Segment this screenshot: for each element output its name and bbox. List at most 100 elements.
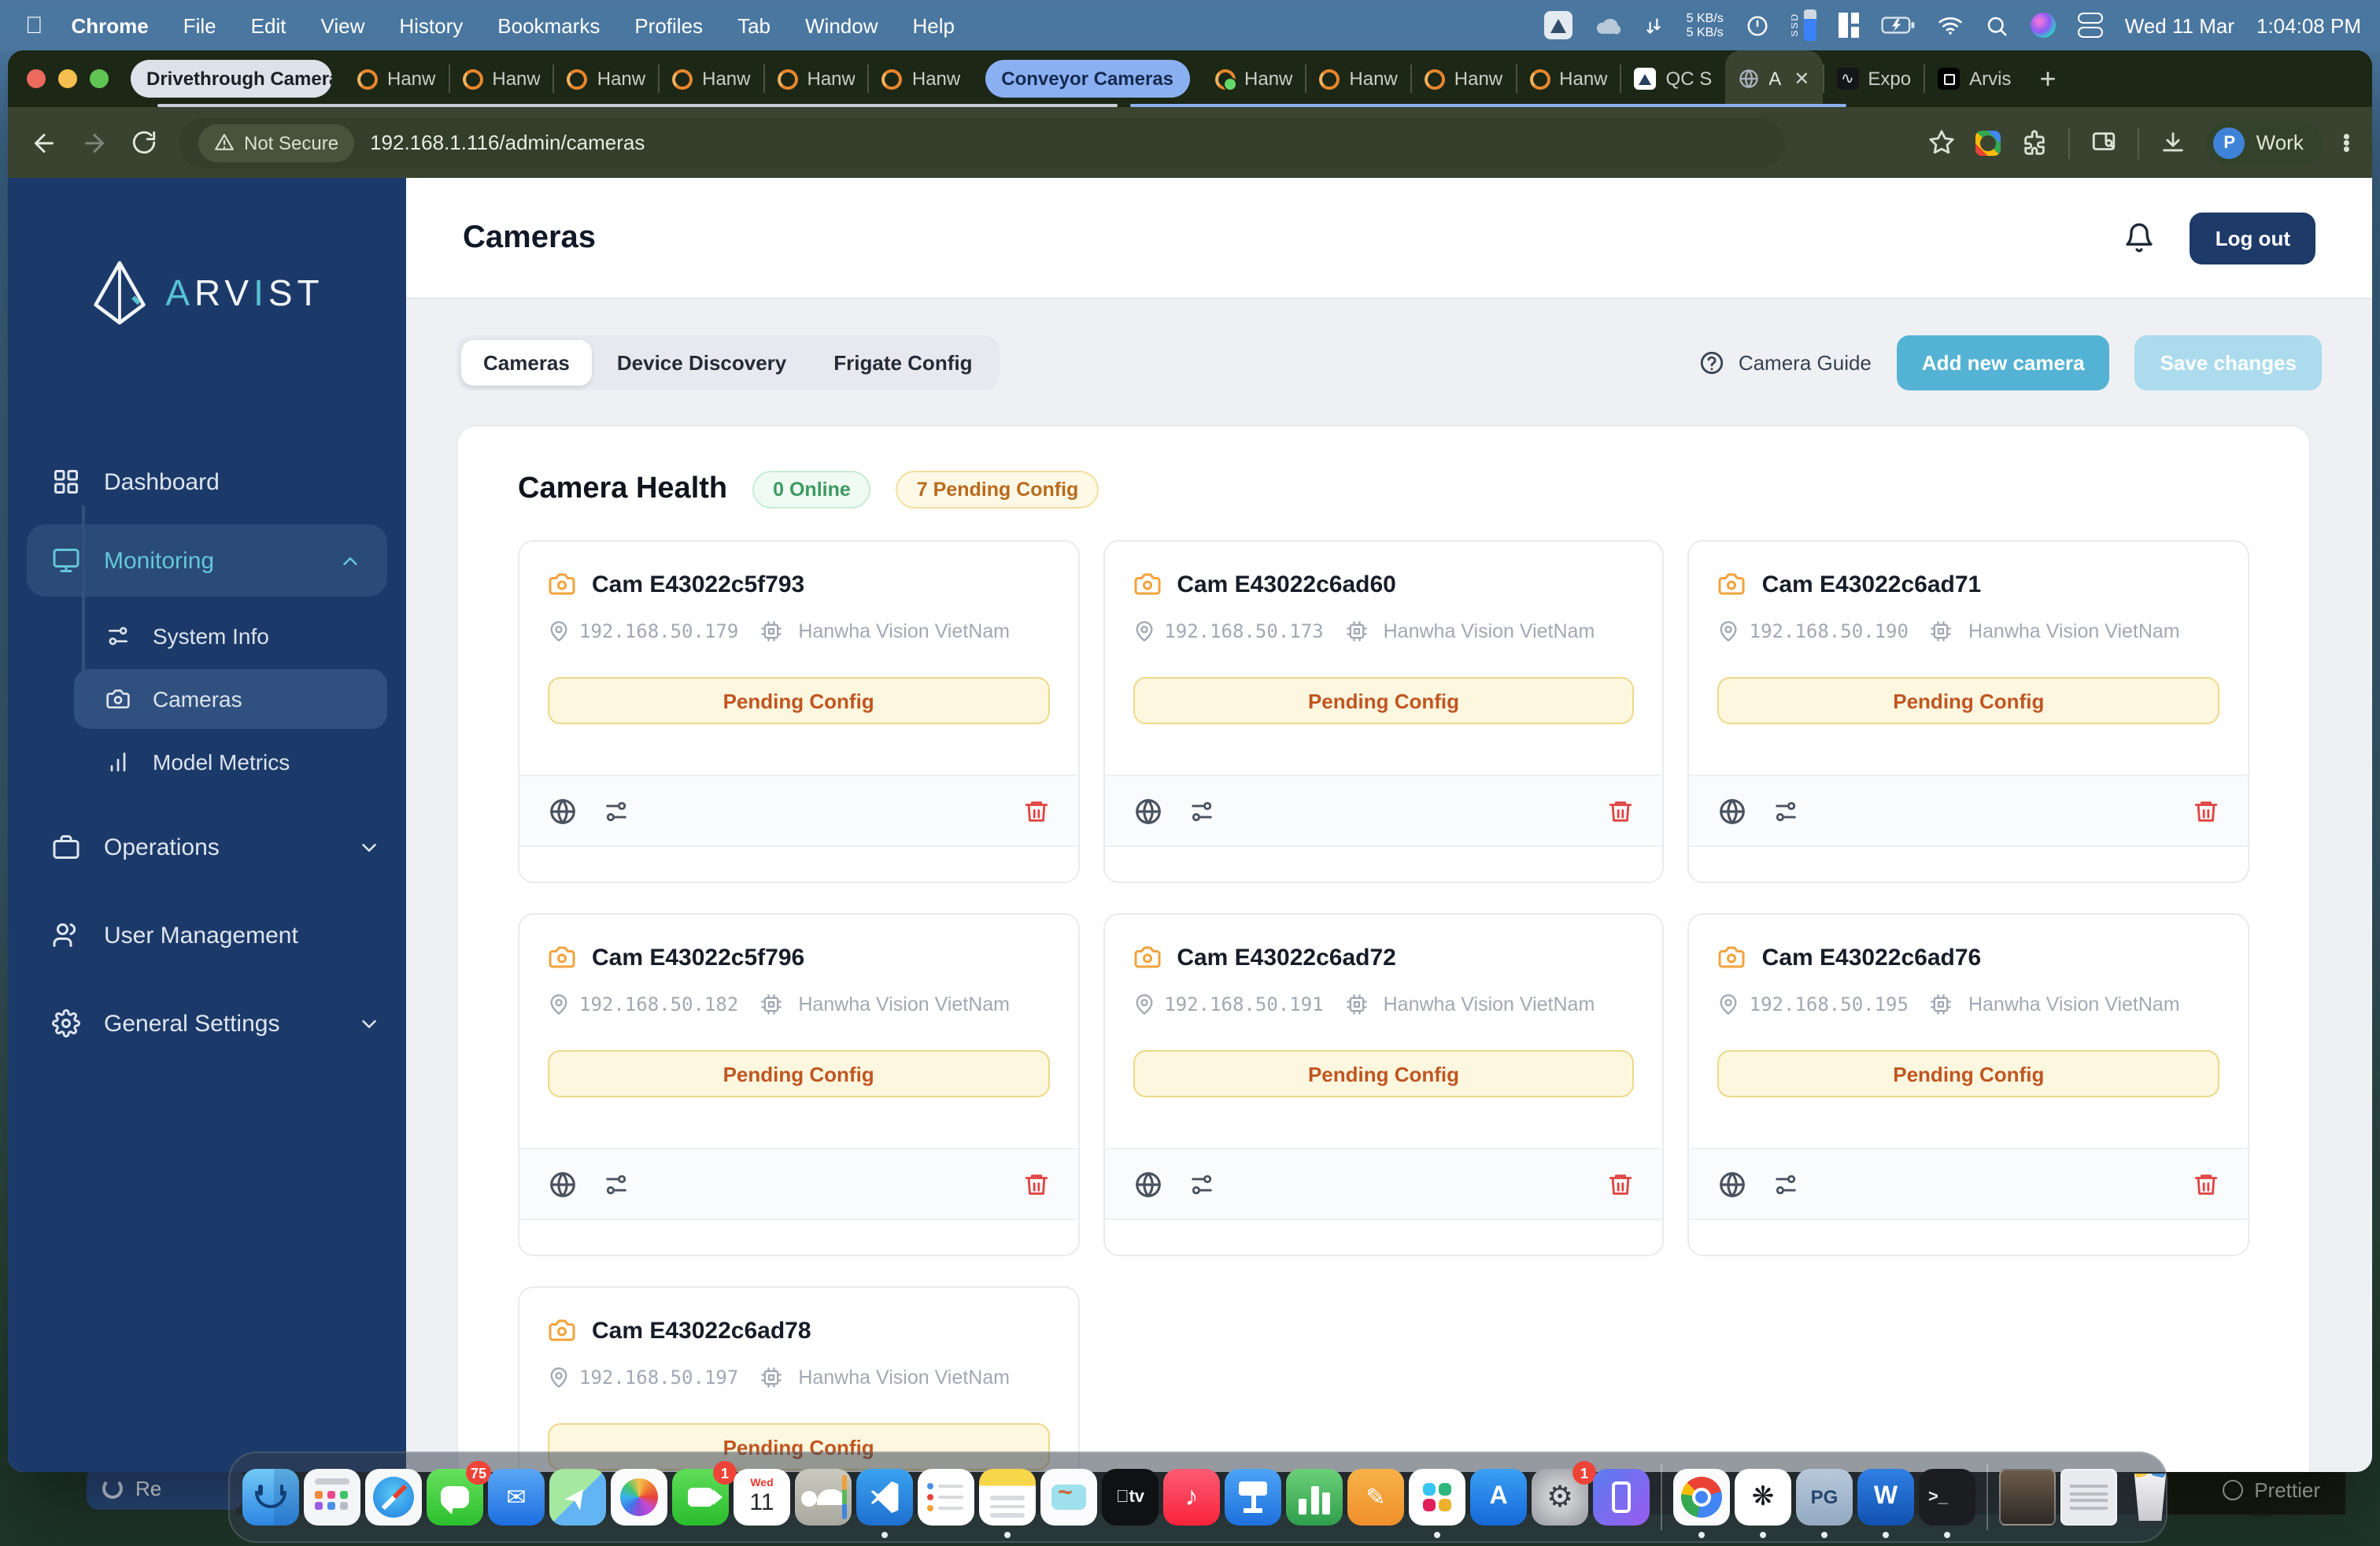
window-manager-icon[interactable] xyxy=(1838,13,1859,38)
tab-hanwha-7[interactable]: Hanw xyxy=(1202,50,1305,107)
close-window-button[interactable] xyxy=(27,69,46,88)
download-icon[interactable] xyxy=(2160,129,2187,156)
web-ui-globe-icon[interactable] xyxy=(548,1169,578,1199)
dock-notes[interactable] xyxy=(979,1469,1036,1538)
lens-extension-icon[interactable] xyxy=(1975,130,2001,155)
camera-settings-icon[interactable] xyxy=(1188,797,1214,824)
tab-hanwha-8[interactable]: Hanw xyxy=(1306,50,1410,107)
dock-slack[interactable] xyxy=(1409,1469,1465,1538)
tab-device-discovery[interactable]: Device Discovery xyxy=(595,340,808,386)
network-speed[interactable]: 5 KB/s 5 KB/s xyxy=(1687,11,1724,39)
apple-menu-icon[interactable]:  xyxy=(25,12,43,39)
sidebar-item-cameras[interactable]: Cameras xyxy=(74,669,387,729)
tab-hanwha-2[interactable]: Hanw xyxy=(449,50,552,107)
menu-view[interactable]: View xyxy=(320,13,364,37)
menu-profiles[interactable]: Profiles xyxy=(634,13,703,37)
delete-camera-icon[interactable] xyxy=(1022,1171,1049,1197)
menu-history[interactable]: History xyxy=(399,13,463,37)
dock-apple-tv[interactable]: tv xyxy=(1102,1469,1159,1526)
web-ui-globe-icon[interactable] xyxy=(1133,796,1162,826)
dock-iphone-mirroring[interactable] xyxy=(1593,1469,1650,1526)
logout-button[interactable]: Log out xyxy=(2190,212,2315,264)
dock-minimized-window[interactable] xyxy=(2060,1469,2117,1526)
camera-settings-icon[interactable] xyxy=(603,1171,630,1197)
tab-qc[interactable]: QC S xyxy=(1622,50,1725,107)
dock-finder[interactable] xyxy=(242,1469,299,1526)
menu-window[interactable]: Window xyxy=(805,13,878,37)
battery-icon[interactable] xyxy=(1881,16,1916,35)
sidebar-item-operations[interactable]: Operations xyxy=(8,814,406,880)
dock-system-settings[interactable]: ⚙ 1 xyxy=(1532,1461,1596,1526)
close-tab-icon[interactable]: ✕ xyxy=(1794,68,1809,90)
tab-active-arvist-admin[interactable]: A ✕ xyxy=(1724,50,1823,107)
menubar-app-icon[interactable] xyxy=(1544,11,1573,39)
dock-contacts[interactable] xyxy=(795,1469,852,1526)
sidebar-item-user-management[interactable]: User Management xyxy=(8,902,406,968)
tab-group-conveyor[interactable]: Conveyor Cameras xyxy=(985,60,1190,98)
camera-settings-icon[interactable] xyxy=(603,797,630,824)
spotlight-search-icon[interactable] xyxy=(1985,13,2009,37)
dock-mail[interactable]: ✉ xyxy=(488,1469,545,1526)
dock-minimized-window[interactable] xyxy=(1999,1469,2056,1526)
camera-settings-icon[interactable] xyxy=(1773,797,1800,824)
dock-terminal[interactable]: >_ xyxy=(1919,1469,1975,1538)
bookmark-star-icon[interactable] xyxy=(1929,129,1956,156)
wifi-icon[interactable] xyxy=(1938,16,1963,35)
tab-group-drivethrough[interactable]: Drivethrough Camera xyxy=(131,60,332,98)
menu-file[interactable]: File xyxy=(183,13,216,37)
sidebar-item-dashboard[interactable]: Dashboard xyxy=(8,449,406,515)
web-ui-globe-icon[interactable] xyxy=(1718,796,1748,826)
back-icon[interactable] xyxy=(30,128,58,157)
save-changes-button[interactable]: Save changes xyxy=(2134,335,2322,390)
sidebar-item-system-info[interactable]: System Info xyxy=(8,606,406,666)
dock-photos[interactable] xyxy=(611,1469,667,1526)
url-text[interactable]: 192.168.1.116/admin/cameras xyxy=(370,131,645,154)
dock-app-store[interactable]: A xyxy=(1470,1469,1527,1526)
menu-bookmarks[interactable]: Bookmarks xyxy=(497,13,600,37)
tab-hanwha-3[interactable]: Hanw xyxy=(555,50,658,107)
address-bar[interactable]: Not Secure 192.168.1.116/admin/cameras xyxy=(179,117,1785,168)
tab-cameras[interactable]: Cameras xyxy=(461,340,592,386)
cloud-icon[interactable] xyxy=(1595,12,1622,39)
dock-numbers[interactable] xyxy=(1286,1469,1343,1526)
dock-word[interactable]: W xyxy=(1857,1469,1914,1538)
sidebar-item-model-metrics[interactable]: Model Metrics xyxy=(8,732,406,792)
chrome-menu-icon[interactable]: • • • xyxy=(2343,125,2350,158)
reload-icon[interactable] xyxy=(131,129,157,156)
bell-icon[interactable] xyxy=(2124,222,2156,253)
new-tab-button[interactable]: + xyxy=(2039,62,2056,95)
dock-pages[interactable]: ✎ xyxy=(1347,1469,1404,1526)
delete-camera-icon[interactable] xyxy=(1022,797,1049,824)
dock-messages[interactable]: 75 xyxy=(427,1461,491,1526)
power-circle-icon[interactable] xyxy=(1746,13,1769,37)
dock-freeform[interactable] xyxy=(1040,1469,1097,1526)
tab-arvis[interactable]: Arvis xyxy=(1925,50,2023,107)
delete-camera-icon[interactable] xyxy=(1608,797,1635,824)
camera-guide-link[interactable]: Camera Guide xyxy=(1699,350,1872,376)
delete-camera-icon[interactable] xyxy=(2193,797,2219,824)
delete-camera-icon[interactable] xyxy=(2193,1171,2219,1197)
menubar-date[interactable]: Wed 11 Mar xyxy=(2125,13,2234,37)
menu-edit[interactable]: Edit xyxy=(251,13,286,37)
menu-chrome[interactable]: Chrome xyxy=(72,13,149,37)
siri-icon[interactable] xyxy=(2030,13,2056,38)
dock-calendar[interactable]: Wed 11 xyxy=(734,1469,790,1526)
dock-launchpad[interactable] xyxy=(304,1469,360,1526)
sidebar-item-general-settings[interactable]: General Settings xyxy=(8,990,406,1056)
dock-vscode[interactable] xyxy=(856,1469,913,1538)
dock-facetime[interactable]: 1 xyxy=(672,1461,737,1526)
extensions-puzzle-icon[interactable] xyxy=(2022,129,2049,156)
tab-hanwha-4[interactable]: Hanw xyxy=(660,50,763,107)
web-ui-globe-icon[interactable] xyxy=(1718,1169,1748,1199)
zoom-window-button[interactable] xyxy=(90,69,109,88)
dock-music[interactable]: ♪ xyxy=(1163,1469,1220,1526)
minimize-window-button[interactable] xyxy=(58,69,77,88)
dock-maps[interactable] xyxy=(549,1469,606,1526)
tab-hanwha-6[interactable]: Hanw xyxy=(870,50,973,107)
tab-expo[interactable]: ∿ Expo xyxy=(1824,50,1924,107)
menu-help[interactable]: Help xyxy=(913,13,955,37)
dock-postgres[interactable]: PG xyxy=(1796,1469,1853,1538)
camera-settings-icon[interactable] xyxy=(1773,1171,1800,1197)
side-panel-search-icon[interactable] xyxy=(2091,129,2118,156)
menu-tab[interactable]: Tab xyxy=(737,13,771,37)
